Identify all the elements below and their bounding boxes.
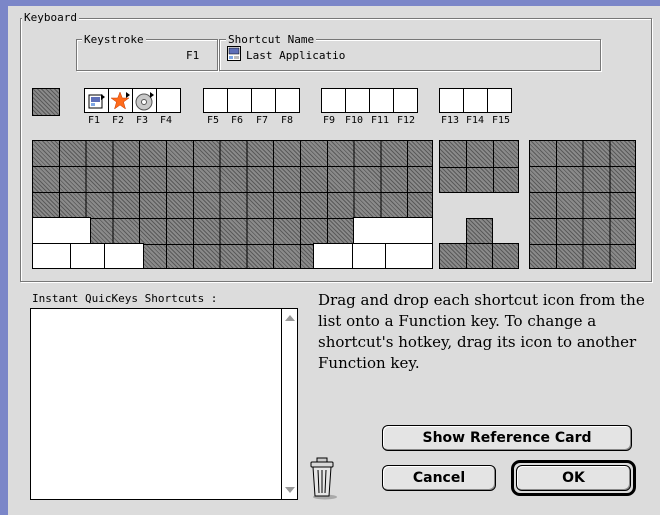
star-icon [110,90,130,110]
arrow-right-key[interactable] [492,243,519,269]
fkey-f3[interactable] [132,88,157,113]
fkey-label-f3: F3 [136,115,149,126]
main-keyboard [32,140,433,269]
fkey-label-f6: F6 [231,115,244,126]
right-option-key[interactable] [352,243,386,269]
fkey-f15[interactable] [487,88,512,113]
fkey-f1[interactable] [84,88,109,113]
shortcuts-list-scrollbar[interactable] [281,309,297,499]
numeric-keypad[interactable] [529,140,636,269]
keyboard-group-label: Keyboard [22,11,79,24]
fkey-label-f14: F14 [466,115,485,126]
fkey-label-f15: F15 [492,115,511,126]
right-command-key[interactable] [313,243,353,269]
fkey-label-f12: F12 [397,115,416,126]
cd-disc-icon [135,91,154,110]
fkey-f4[interactable] [156,88,181,113]
fkey-label-f2: F2 [112,115,125,126]
fkey-f6[interactable] [227,88,252,113]
arrow-up-key[interactable] [466,218,493,244]
fkey-f2[interactable] [108,88,133,113]
shortcut-name-label: Shortcut Name [226,33,317,46]
trash-can-icon[interactable] [308,456,342,500]
fkey-group-3 [321,88,418,113]
fkey-f14[interactable] [463,88,488,113]
fkey-f7[interactable] [251,88,276,113]
arrow-left-key[interactable] [439,243,467,269]
keystroke-label: Keystroke [82,33,146,46]
application-window-icon [88,93,105,108]
shortcuts-list[interactable] [30,308,298,500]
help-line-1: Drag and drop each shortcut icon from th… [318,291,645,309]
option-key[interactable] [70,243,105,269]
fkey-f12[interactable] [393,88,418,113]
fkey-label-f7: F7 [256,115,269,126]
fkey-f5[interactable] [203,88,228,113]
help-line-3: shortcut's hotkey, drag its icon to anot… [318,333,637,351]
fkey-label-f5: F5 [207,115,220,126]
editing-keys[interactable] [439,140,519,193]
quickeys-dialog: Keyboard Keystroke F1 Shortcut Name Last… [8,6,660,515]
shortcuts-list-label: Instant QuicKeys Shortcuts : [32,292,218,305]
fkey-f13[interactable] [439,88,464,113]
fkey-group-1 [84,88,181,113]
fkey-label-f13: F13 [441,115,460,126]
right-shift-key[interactable] [353,217,433,244]
fkey-label-f1: F1 [88,115,101,126]
help-line-4: Function key. [318,354,420,372]
desktop-edge-left [0,0,8,515]
ok-button[interactable]: OK [516,465,631,491]
fkey-label-f8: F8 [281,115,294,126]
command-key[interactable] [104,243,144,269]
fkey-f9[interactable] [321,88,346,113]
screen: Keyboard Keystroke F1 Shortcut Name Last… [0,0,660,515]
scroll-down-arrow-icon[interactable] [285,487,295,493]
show-reference-card-button[interactable]: Show Reference Card [382,425,632,451]
shortcut-name-value[interactable]: Last Applicatio [246,49,345,62]
fkey-group-2 [203,88,300,113]
escape-key[interactable] [32,88,60,116]
fkey-f8[interactable] [275,88,300,113]
application-window-icon [227,46,241,61]
fkey-label-f11: F11 [371,115,390,126]
fkey-f11[interactable] [369,88,394,113]
arrow-down-key[interactable] [466,243,493,269]
left-shift-key[interactable] [32,217,91,244]
control-key[interactable] [32,243,71,269]
fkey-group-4 [439,88,512,113]
cancel-button[interactable]: Cancel [382,465,496,491]
right-control-key[interactable] [385,243,433,269]
keystroke-value[interactable]: F1 [186,49,199,62]
fkey-label-f4: F4 [160,115,173,126]
fkey-f10[interactable] [345,88,370,113]
help-line-2: list onto a Function key. To change a [318,312,597,330]
fkey-label-f10: F10 [345,115,364,126]
scroll-up-arrow-icon[interactable] [285,315,295,321]
